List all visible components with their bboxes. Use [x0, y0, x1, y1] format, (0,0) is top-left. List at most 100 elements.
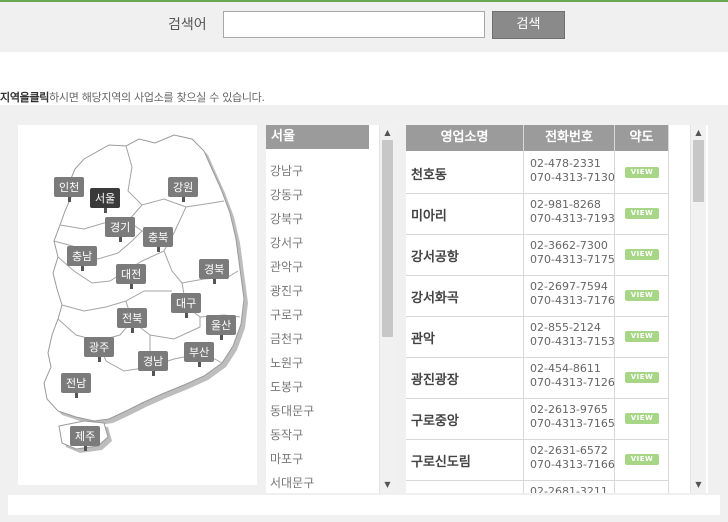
office-scroll-thumb[interactable]	[693, 140, 704, 202]
map-city-9[interactable]: 전북	[117, 308, 148, 333]
office-phone-internet: 070-4313-7126	[530, 376, 615, 389]
district-list: 강남구 강동구 강북구 강서구 관악구 광진구 구로구 금천구 노원구 도봉구 동대문구 동작구 마포구…	[270, 159, 314, 493]
office-phone-internet: 070-4313-7130	[530, 171, 615, 184]
bottom-strip	[8, 495, 720, 515]
office-phone-main: 02-855-2124	[530, 321, 601, 334]
office-phone: 02-2631-6572 070-4313-7166	[530, 444, 615, 472]
office-phone-main: 02-2631-6572	[530, 444, 608, 457]
search-label: 검색어	[168, 17, 207, 33]
map-city-0[interactable]: 인천	[54, 177, 85, 202]
map-city-10[interactable]: 울산	[206, 315, 237, 340]
district-item[interactable]: 관악구	[270, 255, 314, 279]
office-name: 강서공항	[411, 250, 459, 265]
office-phone-internet: 070-4313-7193	[530, 212, 615, 225]
map-city-5[interactable]: 충남	[67, 246, 98, 271]
office-phone-main: 02-2681-3211	[530, 485, 608, 493]
search-button[interactable]: 검색	[492, 11, 565, 39]
table-row: 미아리 02-981-8268 070-4313-7193 VIEW	[406, 193, 668, 235]
col-header-name: 영업소명	[406, 125, 523, 151]
scroll-down-arrow-icon[interactable]: ▼	[691, 479, 706, 491]
office-phone-main: 02-3662-7300	[530, 239, 608, 252]
table-row: 강서공항 02-3662-7300 070-4313-7175 VIEW	[406, 234, 668, 276]
map-city-4[interactable]: 충북	[143, 227, 174, 252]
office-phone-main: 02-2697-7594	[530, 280, 608, 293]
district-item[interactable]: 강남구	[270, 159, 314, 183]
district-item[interactable]: 강동구	[270, 183, 314, 207]
district-scroll-thumb[interactable]	[382, 140, 393, 337]
office-name: 천호동	[411, 168, 447, 183]
table-row: 강서화곡 02-2697-7594 070-4313-7176 VIEW	[406, 275, 668, 317]
office-phone: 02-3662-7300 070-4313-7175	[530, 239, 615, 267]
district-panel: 서울 강남구 강동구 강북구 강서구 관악구 광진구 구로구 금천구 노원구 도봉구 동대문구 동작구…	[266, 125, 394, 493]
view-map-button[interactable]: VIEW	[625, 290, 659, 301]
instruction-bold-region: 지역을	[0, 91, 30, 104]
view-map-button[interactable]: VIEW	[625, 413, 659, 424]
view-map-button[interactable]: VIEW	[625, 167, 659, 178]
view-map-button[interactable]: VIEW	[625, 372, 659, 383]
search-input[interactable]	[223, 11, 485, 38]
office-phone-internet: 070-4313-7166	[530, 458, 615, 471]
instruction-text: 지역을클릭하시면 해당지역의 사업소를 찾으실 수 있습니다.	[0, 89, 265, 105]
map-city-12[interactable]: 부산	[184, 342, 215, 367]
map-city-11[interactable]: 광주	[84, 337, 115, 362]
district-header: 서울	[266, 125, 369, 149]
district-item[interactable]: 마포구	[270, 447, 314, 471]
office-phone-main: 02-2613-9765	[530, 403, 608, 416]
scroll-up-arrow-icon[interactable]: ▲	[380, 127, 394, 139]
office-phone: 02-981-8268 070-4313-7193	[530, 198, 615, 226]
col-header-map: 약도	[615, 125, 668, 151]
office-scrollbar[interactable]: ▲ ▼	[690, 125, 706, 493]
map-city-14[interactable]: 전남	[61, 373, 92, 398]
office-phone-main: 02-478-2331	[530, 157, 601, 170]
office-phone-internet: 070-4313-7176	[530, 294, 615, 307]
office-name: 미아리	[411, 209, 447, 224]
scroll-down-arrow-icon[interactable]: ▼	[380, 479, 394, 491]
table-row: 천호동 02-478-2331 070-4313-7130 VIEW	[406, 152, 668, 194]
map-city-6[interactable]: 대전	[116, 264, 147, 289]
map-city-3[interactable]: 경기	[105, 217, 136, 242]
map-city-13[interactable]: 경남	[138, 351, 169, 376]
district-item[interactable]: 구로구	[270, 303, 314, 327]
scroll-up-arrow-icon[interactable]: ▲	[691, 127, 706, 139]
office-phone: 02-454-8611 070-4313-7126	[530, 362, 615, 390]
office-phone-main: 02-454-8611	[530, 362, 601, 375]
district-item[interactable]: 광진구	[270, 279, 314, 303]
map-city-8[interactable]: 대구	[171, 293, 202, 318]
view-map-button[interactable]: VIEW	[625, 331, 659, 342]
col-header-phone: 전화번호	[524, 125, 614, 151]
district-item[interactable]: 금천구	[270, 327, 314, 351]
view-map-button[interactable]: VIEW	[625, 454, 659, 465]
office-phone-internet: 070-4313-7165	[530, 417, 615, 430]
district-item[interactable]: 노원구	[270, 351, 314, 375]
view-map-button[interactable]: VIEW	[625, 249, 659, 260]
office-phone: 02-2697-7594 070-4313-7176	[530, 280, 615, 308]
office-phone: 02-2681-3211	[530, 485, 608, 493]
office-name: 광진광장	[411, 373, 459, 388]
column-divider	[668, 125, 669, 493]
office-name: 구로중앙	[411, 414, 459, 429]
map-city-2[interactable]: 강원	[168, 177, 199, 202]
district-item[interactable]: 동작구	[270, 423, 314, 447]
office-name: 관악	[411, 332, 435, 347]
office-name: 구로신도림	[411, 455, 471, 470]
map-city-15[interactable]: 제주	[70, 426, 101, 451]
instruction-bold-click: 클릭	[29, 91, 50, 104]
district-item[interactable]: 강북구	[270, 207, 314, 231]
office-name: 강서화곡	[411, 291, 459, 306]
map-city-7[interactable]: 경북	[199, 259, 230, 284]
korea-map: 인천 서울 강원경기 충북충남대전 경북대구전북 울산광주 부산 경남전남제주	[18, 125, 257, 485]
office-phone-main: 02-981-8268	[530, 198, 601, 211]
table-row: 02-2681-3211	[406, 480, 668, 493]
view-map-button[interactable]: VIEW	[625, 208, 659, 219]
office-panel: 영업소명 전화번호 약도 천호동 02-478-2331 070-4313-7130…	[406, 125, 708, 493]
instruction-rest: 하시면 해당지역의 사업소를 찾으실 수 있습니다.	[49, 91, 265, 104]
district-item[interactable]: 서대문구	[270, 471, 314, 493]
district-scrollbar[interactable]: ▲ ▼	[379, 125, 394, 493]
search-bar: 검색어 검색	[0, 2, 728, 52]
table-row: 구로신도림 02-2631-6572 070-4313-7166 VIEW	[406, 439, 668, 481]
map-city-1[interactable]: 서울	[90, 188, 121, 213]
district-item[interactable]: 강서구	[270, 231, 314, 255]
district-item[interactable]: 도봉구	[270, 375, 314, 399]
office-phone-internet: 070-4313-7175	[530, 253, 615, 266]
district-item[interactable]: 동대문구	[270, 399, 314, 423]
